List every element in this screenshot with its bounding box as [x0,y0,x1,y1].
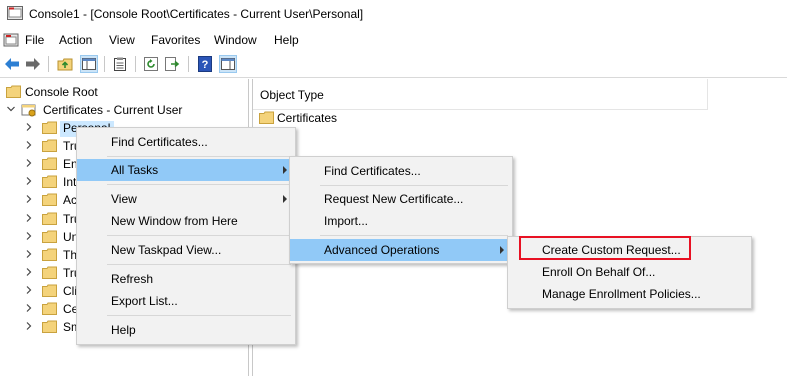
tree-label: Console Root [25,85,98,99]
console-document-icon[interactable] [3,32,19,48]
menu-item-manage-enrollment-policies[interactable]: Manage Enrollment Policies... [508,283,751,305]
chevron-right-icon[interactable] [24,122,34,132]
menu-item-enroll-on-behalf-of[interactable]: Enroll On Behalf Of... [508,261,751,283]
menu-item-view[interactable]: View [77,188,295,210]
tree-item-console-root[interactable]: Console Root [0,83,245,101]
chevron-right-icon[interactable] [24,231,34,241]
toolbar-separator [104,56,105,72]
folder-icon [42,212,57,225]
menu-item-all-tasks[interactable]: All Tasks [77,159,295,181]
help-icon[interactable]: ? [196,55,214,73]
menu-item-request-new-certificate[interactable]: Request New Certificate... [290,188,512,210]
folder-icon [42,230,57,243]
chevron-right-icon[interactable] [24,158,34,168]
menu-action[interactable]: Action [59,33,92,47]
toolbar: ? [0,52,787,78]
menu-separator [107,315,291,316]
folder-icon [42,284,57,297]
menu-item-refresh[interactable]: Refresh [77,268,295,290]
back-arrow-icon[interactable] [3,55,21,73]
menu-bar: File Action View Favorites Window Help [0,28,787,52]
chevron-right-icon[interactable] [24,303,34,313]
menu-window[interactable]: Window [214,33,257,47]
menu-separator [107,235,291,236]
svg-text:?: ? [202,59,209,71]
menu-item-export-list[interactable]: Export List... [77,290,295,312]
chevron-right-icon[interactable] [24,321,34,331]
folder-icon [42,266,57,279]
submenu-arrow-icon [283,166,287,174]
tree-label: Ac [63,193,78,208]
submenu-arrow-icon [500,246,504,254]
all-tasks-submenu: Find Certificates... Request New Certifi… [289,156,513,264]
tree-label: Int [63,175,77,190]
toolbar-separator [135,56,136,72]
callout-highlight-box [519,236,691,260]
refresh-icon[interactable] [142,55,160,73]
menu-separator [107,184,291,185]
forward-arrow-icon[interactable] [24,55,42,73]
menu-favorites[interactable]: Favorites [151,33,200,47]
menu-item-find-certificates[interactable]: Find Certificates... [290,160,512,182]
title-bar: Console1 - [Console Root\Certificates - … [0,0,787,28]
chevron-right-icon[interactable] [24,285,34,295]
chevron-right-icon[interactable] [24,194,34,204]
show-hide-console-tree-icon[interactable] [80,55,98,73]
window-title: Console1 - [Console Root\Certificates - … [29,7,364,21]
tree-item-certificates-current-user[interactable]: Certificates - Current User [0,101,245,119]
folder-icon [42,157,57,171]
folder-icon [42,193,57,207]
tree-label: Certificates - Current User [43,103,183,117]
menu-help[interactable]: Help [274,33,299,47]
folder-icon [42,121,57,134]
chevron-down-icon[interactable] [6,104,16,114]
context-menu: Find Certificates... All Tasks View New … [76,127,296,345]
column-header-object-type[interactable]: Object Type [253,79,708,110]
menu-item-help[interactable]: Help [77,319,295,341]
toolbar-separator [48,56,49,72]
toolbar-separator [188,56,189,72]
menu-separator [320,185,508,186]
certificate-store-icon [21,104,36,117]
chevron-right-icon[interactable] [24,213,34,223]
menu-item-new-window-from-here[interactable]: New Window from Here [77,210,295,232]
up-folder-icon[interactable] [56,55,74,73]
menu-item-import[interactable]: Import... [290,210,512,232]
menu-item-new-taskpad-view[interactable]: New Taskpad View... [77,239,295,261]
menu-item-find-certificates[interactable]: Find Certificates... [77,131,295,153]
folder-icon [42,320,57,334]
mmc-app-icon [7,6,23,20]
folder-icon [42,175,57,189]
chevron-right-icon[interactable] [24,267,34,277]
folder-icon [42,248,57,261]
folder-icon [42,302,57,315]
tree-label: Cli [63,283,77,298]
show-hide-action-pane-icon[interactable] [219,55,237,73]
tree-label: Th [63,247,78,262]
menu-separator [107,264,291,265]
menu-separator [107,156,291,157]
folder-icon [259,111,274,124]
clipboard-icon[interactable] [111,55,129,73]
chevron-right-icon[interactable] [24,140,34,150]
submenu-arrow-icon [283,195,287,203]
chevron-right-icon[interactable] [24,176,34,186]
menu-item-advanced-operations[interactable]: Advanced Operations [290,239,512,261]
folder-icon [6,85,21,98]
menu-view[interactable]: View [109,33,135,47]
list-item-certificates[interactable]: Certificates [259,109,459,127]
menu-file[interactable]: File [25,33,44,47]
folder-icon [42,139,57,153]
export-list-icon[interactable] [164,55,182,73]
menu-separator [320,235,508,236]
chevron-right-icon[interactable] [24,249,34,259]
